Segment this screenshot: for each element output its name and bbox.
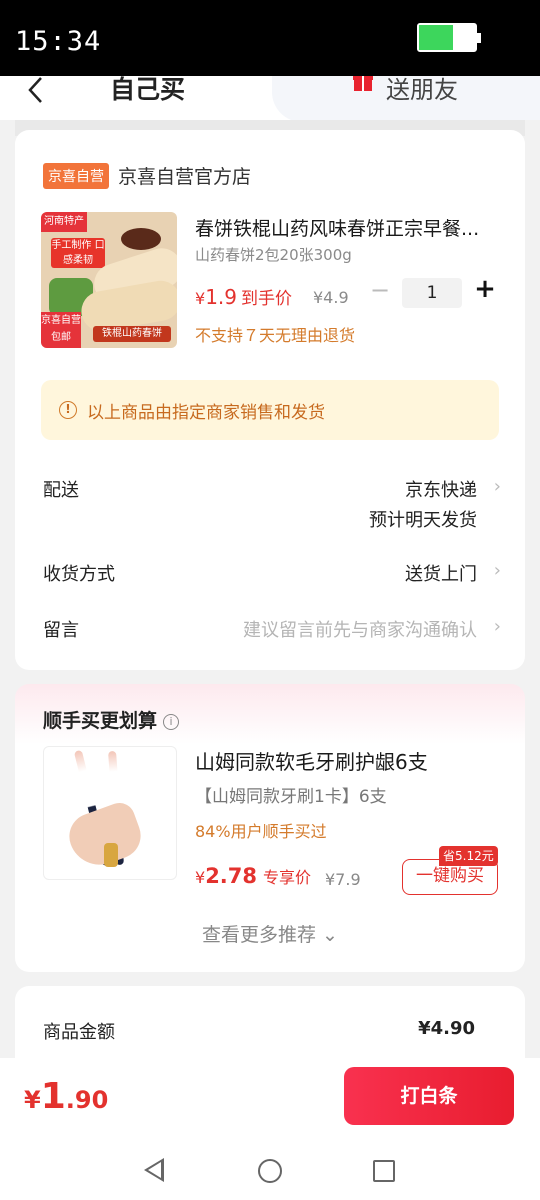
product-image-bowl (121, 228, 161, 250)
tab-send-friend[interactable]: 送朋友 (386, 76, 458, 105)
info-icon: ! (59, 401, 77, 419)
battery-level (419, 25, 453, 50)
status-time: 15:34 (15, 26, 102, 57)
product-image[interactable]: 河南特产 手工制作 口感柔韧 京喜自营 包邮 铁棍山药春饼 (41, 212, 177, 348)
recommend-original-price: ¥7.9 (325, 870, 361, 889)
message-label: 留言 (43, 620, 79, 641)
product-image-title: 手工制作 口感柔韧 (51, 238, 105, 268)
save-badge: 省5.12元 (439, 846, 498, 866)
message-input[interactable]: 建议留言前先与商家沟通确认 (243, 616, 477, 642)
status-bar: 15:34 (0, 0, 540, 76)
recommend-product-image[interactable] (43, 746, 177, 880)
pay-button[interactable]: 打白条 (344, 1067, 514, 1125)
battery-icon (417, 23, 481, 52)
product-spec[interactable]: 山药春饼2包20张300g (195, 244, 352, 265)
price-label: 到手价 (241, 289, 292, 309)
recommend-buy-percent: 84%用户顺手买过 (195, 822, 327, 841)
receive-method-row[interactable]: 收货方式 送货上门 › (43, 560, 501, 586)
battery-cap (477, 33, 481, 43)
chevron-left-icon (28, 77, 42, 103)
recommend-title: 顺手买更划算 i (43, 706, 180, 733)
chevron-right-icon: › (493, 616, 501, 637)
product-image-badge-bottom: 京喜自营 包邮 (41, 312, 81, 348)
product-price: ¥1.9 到手价 (195, 284, 292, 309)
checkout-bar: ¥1.90 打白条 (0, 1058, 540, 1140)
recommend-price: ¥2.78 专享价 (195, 864, 311, 888)
total-price: ¥1.90 (24, 1076, 108, 1117)
goods-amount-label: 商品金额 (43, 1022, 115, 1043)
seller-notice-text: 以上商品由指定商家销售和发货 (87, 402, 325, 423)
delivery-row[interactable]: 配送 京东快递 › 预计明天发货 (43, 476, 501, 531)
chevron-right-icon: › (493, 476, 501, 497)
quantity-plus-button[interactable]: + (473, 274, 497, 304)
order-card: 京喜自营 京喜自营官方店 河南特产 手工制作 口感柔韧 京喜自营 包邮 铁棍山药… (15, 130, 525, 670)
price-label: 专享价 (263, 868, 312, 887)
total-decimal: .90 (65, 1086, 109, 1114)
nav-recent-icon[interactable] (373, 1160, 395, 1182)
system-nav-bar (0, 1140, 540, 1200)
store-tag: 京喜自营 (43, 162, 109, 189)
quantity-minus-button[interactable]: − (369, 276, 391, 304)
price-value: 1.9 (205, 285, 237, 309)
total-int: 1 (40, 1076, 66, 1117)
product-image-label: 铁棍山药春饼 (93, 326, 171, 342)
price-symbol: ¥ (195, 289, 206, 308)
price-value: 2.78 (205, 864, 258, 888)
top-nav: 自己买 送朋友 (0, 76, 540, 120)
seller-notice: ! 以上商品由指定商家销售和发货 (41, 380, 499, 440)
product-original-price: ¥4.9 (313, 288, 349, 307)
store-header[interactable]: 京喜自营 京喜自营官方店 (43, 162, 251, 189)
goods-amount-value: ¥4.90 (418, 1018, 475, 1039)
store-name: 京喜自营官方店 (118, 166, 252, 188)
recommend-product-spec: 【山姆同款牙刷1卡】6支 (195, 787, 387, 807)
back-button[interactable] (26, 76, 46, 114)
gift-icon (352, 76, 374, 98)
see-more-recommend[interactable]: 查看更多推荐 ⌄ (15, 920, 525, 947)
delivery-estimate: 预计明天发货 (369, 510, 477, 531)
recommend-title-text: 顺手买更划算 (43, 710, 158, 732)
total-symbol: ¥ (24, 1086, 41, 1114)
tab-self-buy[interactable]: 自己买 (110, 76, 185, 106)
delivery-label: 配送 (43, 480, 79, 501)
product-image-badge-top: 河南特产 (41, 212, 87, 232)
info-icon[interactable]: i (163, 714, 180, 730)
receive-label: 收货方式 (43, 564, 115, 585)
no-return-notice: 不支持７天无理由退货 (195, 326, 356, 345)
nav-home-icon[interactable] (258, 1159, 282, 1183)
quantity-input[interactable]: 1 (402, 278, 462, 308)
product-title[interactable]: 春饼铁棍山药风味春饼正宗早餐... (195, 214, 495, 241)
nav-back-icon[interactable] (144, 1158, 164, 1182)
message-row[interactable]: 留言 建议留言前先与商家沟通确认 › (43, 616, 501, 642)
recommend-product-name[interactable]: 山姆同款软毛牙刷护龈6支 (195, 746, 428, 775)
chevron-right-icon: › (493, 560, 501, 581)
delivery-value: 京东快递 (405, 480, 477, 501)
receive-value: 送货上门 (405, 564, 477, 585)
price-symbol: ¥ (195, 868, 206, 887)
recommend-card: 顺手买更划算 i 山姆同款软毛牙刷护龈6支 【山姆同款牙刷1卡】6支 84%用户顺… (15, 684, 525, 972)
toothbrush-band (104, 843, 118, 867)
